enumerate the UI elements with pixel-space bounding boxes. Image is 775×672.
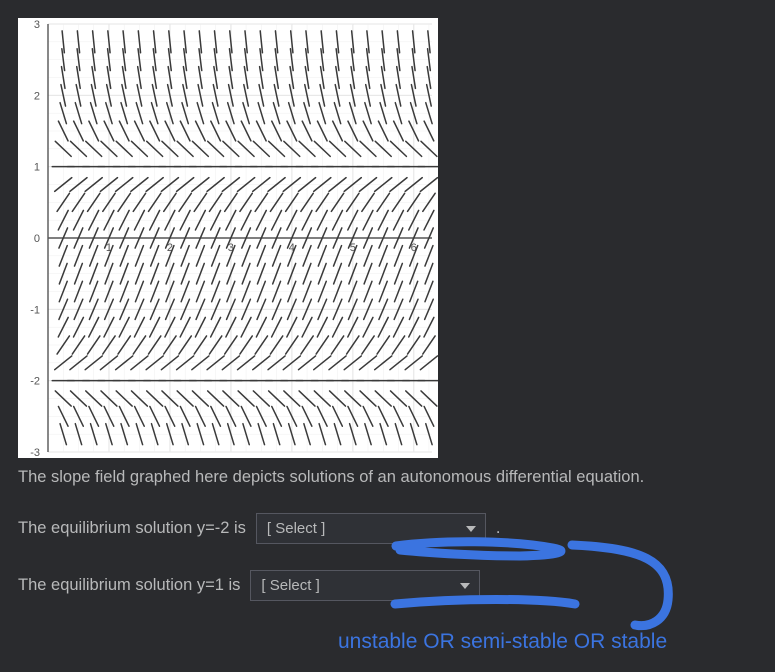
question-1-select[interactable]: [ Select ]unstablesemi-stablestable <box>256 513 486 544</box>
slope-field-plot: -3-2-10123123456 <box>18 18 438 458</box>
svg-text:1: 1 <box>34 162 40 174</box>
question-2-select[interactable]: [ Select ]unstablesemi-stablestable <box>250 570 480 601</box>
svg-text:0: 0 <box>34 233 40 245</box>
svg-text:2: 2 <box>34 90 40 102</box>
svg-text:-3: -3 <box>30 447 40 458</box>
svg-text:-2: -2 <box>30 376 40 388</box>
plot-caption: The slope field graphed here depicts sol… <box>18 468 757 487</box>
question-1-trailing: . <box>496 519 501 538</box>
question-2-text: The equilibrium solution y=1 is <box>18 576 240 595</box>
question-1-text: The equilibrium solution y=-2 is <box>18 519 246 538</box>
svg-text:3: 3 <box>34 19 40 31</box>
question-row-1: The equilibrium solution y=-2 is [ Selec… <box>18 513 757 544</box>
question-row-2: The equilibrium solution y=1 is [ Select… <box>18 570 757 601</box>
svg-text:-1: -1 <box>30 304 40 316</box>
annotation-options-text: unstable OR semi-stable OR stable <box>338 630 667 654</box>
